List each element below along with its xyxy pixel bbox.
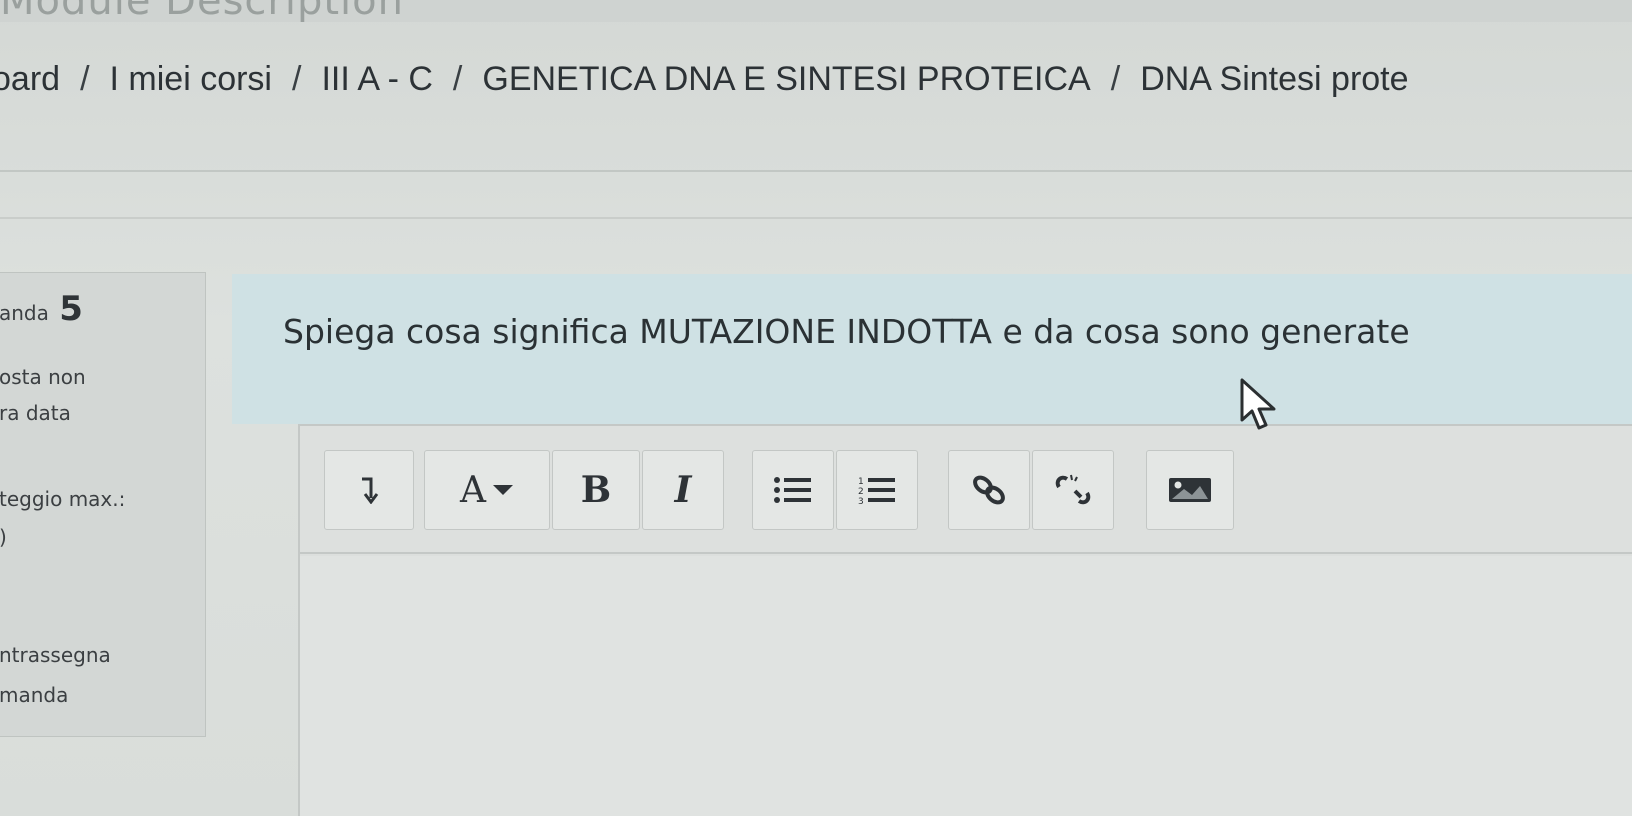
question-info-panel: anda 5 osta non ra data teggio max.: ) n… bbox=[0, 272, 206, 737]
bold-button[interactable]: B bbox=[552, 450, 640, 530]
breadcrumb-my-courses[interactable]: I miei corsi bbox=[110, 60, 272, 99]
font-color-button[interactable]: A bbox=[424, 450, 550, 530]
breadcrumb-dashboard[interactable]: oard bbox=[0, 60, 60, 99]
header-divider bbox=[0, 170, 1632, 172]
breadcrumb-separator: / bbox=[452, 59, 463, 98]
breadcrumb-separator: / bbox=[80, 59, 90, 98]
question-number-line: anda 5 bbox=[0, 289, 83, 329]
expand-toolbar-icon bbox=[359, 476, 379, 504]
unordered-list-button[interactable] bbox=[752, 450, 834, 530]
breadcrumb-activity[interactable]: DNA Sintesi prote bbox=[1140, 60, 1408, 99]
editor-toolbar: A B I 1 2 3 bbox=[300, 426, 1632, 554]
flag-question-link[interactable]: ntrassegna bbox=[0, 643, 111, 667]
bold-icon: B bbox=[580, 469, 612, 511]
max-score-label: teggio max.: bbox=[0, 487, 126, 511]
content-divider bbox=[0, 217, 1632, 219]
insert-image-button[interactable] bbox=[1146, 450, 1234, 530]
image-icon bbox=[1168, 477, 1212, 503]
italic-icon: I bbox=[674, 469, 692, 511]
question-label: anda bbox=[0, 301, 49, 325]
italic-button[interactable]: I bbox=[642, 450, 724, 530]
page-header-strip: Module Description bbox=[0, 0, 1632, 22]
svg-text:1: 1 bbox=[858, 477, 864, 487]
breadcrumb-class[interactable]: III A - C bbox=[321, 60, 432, 99]
page: Module Description oard / I miei corsi /… bbox=[0, 0, 1632, 816]
ordered-list-icon: 1 2 3 bbox=[857, 475, 897, 505]
question-number: 5 bbox=[59, 289, 83, 329]
breadcrumb-separator: / bbox=[291, 59, 302, 98]
svg-text:3: 3 bbox=[858, 497, 864, 505]
link-icon bbox=[969, 473, 1009, 507]
expand-toolbar-button[interactable] bbox=[324, 450, 414, 530]
question-text-area: Spiega cosa significa MUTAZIONE INDOTTA … bbox=[232, 274, 1632, 424]
answer-status-line2: ra data bbox=[0, 401, 71, 425]
unlink-button[interactable] bbox=[1032, 450, 1114, 530]
answer-editor: A B I 1 2 3 bbox=[298, 424, 1632, 816]
flag-question-link-line2[interactable]: manda bbox=[0, 683, 68, 707]
answer-status-line1: osta non bbox=[0, 365, 86, 389]
answer-text-area[interactable] bbox=[300, 556, 1632, 816]
question-text: Spiega cosa significa MUTAZIONE INDOTTA … bbox=[283, 312, 1410, 351]
unlink-icon bbox=[1053, 473, 1093, 507]
page-title-fragment: Module Description bbox=[0, 0, 404, 22]
breadcrumb-course[interactable]: GENETICA DNA E SINTESI PROTEICA bbox=[482, 60, 1090, 99]
breadcrumb: oard / I miei corsi / III A - C / GENETI… bbox=[0, 54, 1632, 104]
mouse-cursor-icon bbox=[1240, 378, 1282, 438]
svg-text:2: 2 bbox=[858, 487, 864, 497]
breadcrumb-separator: / bbox=[1110, 59, 1121, 98]
max-score-value: ) bbox=[0, 525, 7, 549]
font-color-icon: A bbox=[460, 470, 514, 511]
link-button[interactable] bbox=[948, 450, 1030, 530]
unordered-list-icon bbox=[773, 476, 813, 504]
ordered-list-button[interactable]: 1 2 3 bbox=[836, 450, 918, 530]
